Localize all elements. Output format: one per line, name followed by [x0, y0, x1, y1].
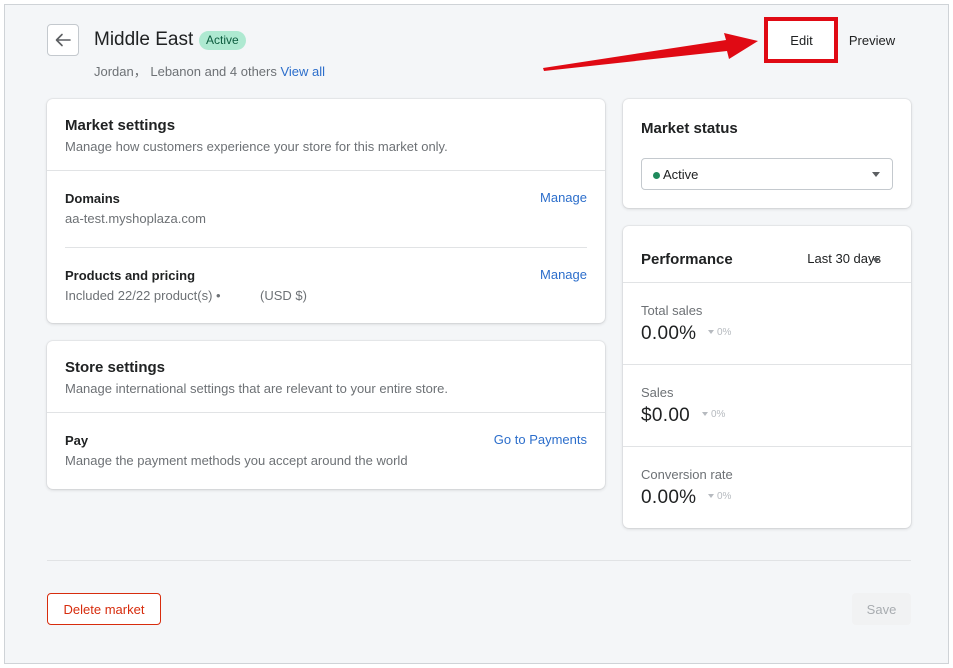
- products-pricing-currency: (USD $): [260, 288, 307, 303]
- metric-value-conversion-rate: 0.00%: [641, 487, 697, 508]
- metric-change-conversion-rate: 0%: [708, 491, 731, 502]
- metric-value-total-sales: 0.00%: [641, 323, 697, 344]
- domains-title: Domains: [65, 191, 120, 206]
- domains-value: aa-test.myshoplaza.com: [65, 211, 206, 226]
- store-settings-title: Store settings: [65, 359, 166, 376]
- metric-change-text: 0%: [711, 409, 726, 420]
- divider: [65, 247, 587, 248]
- pay-description: Manage the payment methods you accept ar…: [65, 453, 408, 468]
- domains-manage-link[interactable]: Manage: [540, 190, 587, 205]
- back-button[interactable]: [47, 24, 79, 56]
- save-button[interactable]: Save: [852, 593, 911, 625]
- regions-text: Jordan， Lebanon and 4 others: [94, 64, 277, 79]
- divider: [623, 446, 911, 447]
- date-range-value: Last 30 days: [807, 251, 881, 266]
- preview-button[interactable]: Preview: [840, 25, 904, 55]
- products-pricing-title: Products and pricing: [65, 268, 196, 283]
- metric-change-sales: 0%: [702, 409, 725, 420]
- pay-title: Pay: [65, 433, 89, 448]
- store-settings-card: Store settings Manage international sett…: [47, 341, 605, 489]
- metric-label-conversion-rate: Conversion rate: [641, 467, 733, 482]
- market-settings-card: Market settings Manage how customers exp…: [47, 99, 605, 323]
- products-pricing-value: Included 22/22 product(s) •: [65, 288, 221, 303]
- annotation-arrow: [543, 33, 758, 71]
- metric-value-sales: $0.00: [641, 405, 691, 426]
- date-range-select[interactable]: Last 30 days: [807, 251, 881, 266]
- caret-down-icon: [708, 494, 714, 499]
- status-dot-icon: [653, 172, 660, 179]
- market-status-title: Market status: [641, 120, 738, 137]
- products-pricing-manage-link[interactable]: Manage: [540, 267, 587, 282]
- caret-down-icon: [702, 412, 708, 417]
- metric-change-text: 0%: [717, 327, 732, 338]
- market-status-value: Active: [663, 167, 699, 182]
- caret-down-icon: [708, 330, 714, 335]
- divider: [623, 364, 911, 365]
- performance-title: Performance: [641, 251, 733, 268]
- arrow-left-icon: [55, 33, 71, 47]
- regions-summary: Jordan， Lebanon and 4 others View all: [94, 61, 325, 80]
- chevron-down-icon: [872, 258, 880, 263]
- market-settings-title: Market settings: [65, 117, 176, 134]
- metric-change-total-sales: 0%: [708, 327, 731, 338]
- footer-divider: [47, 560, 911, 561]
- performance-card: Performance Last 30 days Total sales 0.0…: [623, 226, 911, 528]
- divider: [47, 170, 605, 171]
- view-all-link[interactable]: View all: [280, 64, 325, 79]
- market-settings-description: Manage how customers experience your sto…: [65, 139, 448, 154]
- metric-label-total-sales: Total sales: [641, 303, 703, 318]
- market-status-card: Market status Active: [623, 99, 911, 208]
- store-settings-description: Manage international settings that are r…: [65, 381, 448, 396]
- page-title: Middle East: [94, 29, 194, 50]
- market-status-select[interactable]: Active: [641, 158, 893, 190]
- go-to-payments-link[interactable]: Go to Payments: [494, 432, 587, 447]
- divider: [47, 412, 605, 413]
- divider: [623, 282, 911, 283]
- chevron-down-icon: [872, 172, 880, 177]
- metric-label-sales: Sales: [641, 385, 674, 400]
- edit-button[interactable]: Edit: [772, 25, 831, 55]
- status-badge: Active: [199, 31, 246, 50]
- metric-change-text: 0%: [717, 491, 732, 502]
- delete-market-button[interactable]: Delete market: [47, 593, 161, 625]
